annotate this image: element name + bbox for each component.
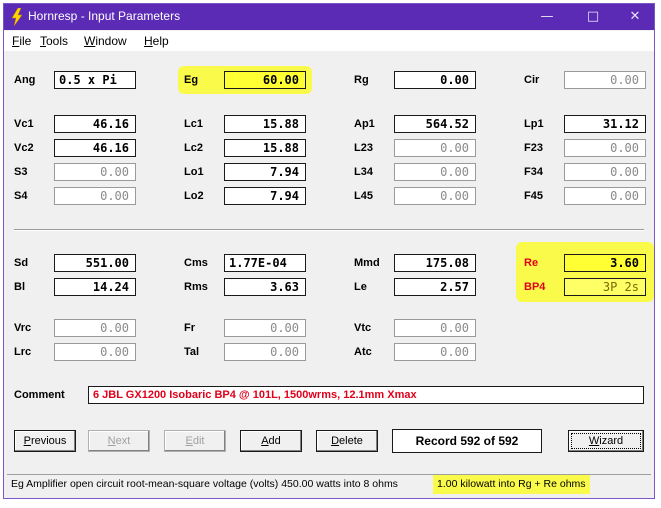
hornresp-window: Hornresp - Input Parameters — □ ✕ File T… [3, 3, 655, 499]
label-eg: Eg [184, 74, 199, 86]
label-vc1: Vc1 [14, 118, 34, 130]
field-l23[interactable]: 0.00 [394, 139, 476, 157]
field-vtc[interactable]: 0.00 [394, 319, 476, 337]
field-fr[interactable]: 0.00 [224, 319, 306, 337]
label-s4: S4 [14, 190, 28, 202]
field-mmd[interactable]: 175.08 [394, 254, 476, 272]
maximize-button[interactable]: □ [578, 7, 608, 27]
next-button[interactable]: Next [88, 430, 150, 452]
field-rg[interactable]: 0.00 [394, 71, 476, 89]
close-button[interactable]: ✕ [620, 7, 650, 27]
field-tal[interactable]: 0.00 [224, 343, 306, 361]
label-l45: L45 [354, 190, 373, 202]
field-lo1[interactable]: 7.94 [224, 163, 306, 181]
label-lrc: Lrc [14, 346, 32, 358]
previous-button[interactable]: Previous [14, 430, 76, 452]
field-bl[interactable]: 14.24 [54, 278, 136, 296]
field-bp4[interactable]: 3P 2s [564, 278, 646, 296]
field-lp1[interactable]: 31.12 [564, 115, 646, 133]
lightning-icon [11, 8, 23, 26]
field-lo2[interactable]: 7.94 [224, 187, 306, 205]
label-le: Le [354, 281, 367, 293]
field-lrc[interactable]: 0.00 [54, 343, 136, 361]
label-sd: Sd [14, 257, 29, 269]
menu-help[interactable]: Help [144, 34, 169, 48]
field-rms[interactable]: 3.63 [224, 278, 306, 296]
add-button[interactable]: Add [240, 430, 302, 452]
field-s3[interactable]: 0.00 [54, 163, 136, 181]
label-cir: Cir [524, 74, 540, 86]
field-f45[interactable]: 0.00 [564, 187, 646, 205]
label-bp4: BP4 [524, 281, 546, 293]
label-f34: F34 [524, 166, 543, 178]
field-lc2[interactable]: 15.88 [224, 139, 306, 157]
label-lo1: Lo1 [184, 166, 204, 178]
label-mmd: Mmd [354, 257, 380, 269]
label-ap1: Ap1 [354, 118, 375, 130]
field-cms[interactable]: 1.77E-04 [224, 254, 306, 272]
menu-file[interactable]: File [12, 34, 31, 48]
label-s3: S3 [14, 166, 28, 178]
record-indicator: Record 592 of 592 [392, 429, 542, 453]
label-vtc: Vtc [354, 322, 372, 334]
field-vc2[interactable]: 46.16 [54, 139, 136, 157]
label-fr: Fr [184, 322, 195, 334]
label-f23: F23 [524, 142, 543, 154]
field-s4[interactable]: 0.00 [54, 187, 136, 205]
field-vc1[interactable]: 46.16 [54, 115, 136, 133]
label-ang: Ang [14, 74, 36, 86]
minimize-button[interactable]: — [532, 7, 562, 27]
comment-field[interactable]: 6 JBL GX1200 Isobaric BP4 @ 101L, 1500wr… [88, 386, 644, 404]
field-sd[interactable]: 551.00 [54, 254, 136, 272]
label-f45: F45 [524, 190, 543, 202]
field-ap1[interactable]: 564.52 [394, 115, 476, 133]
edit-button[interactable]: Edit [164, 430, 226, 452]
field-re[interactable]: 3.60 [564, 254, 646, 272]
label-cms: Cms [184, 257, 208, 269]
label-lc1: Lc1 [184, 118, 203, 130]
label-atc: Atc [354, 346, 372, 358]
field-f34[interactable]: 0.00 [564, 163, 646, 181]
field-vrc[interactable]: 0.00 [54, 319, 136, 337]
label-l34: L34 [354, 166, 373, 178]
status-text: Eg Amplifier open circuit root-mean-squa… [11, 478, 398, 490]
label-tal: Tal [184, 346, 200, 358]
window-title: Hornresp - Input Parameters [28, 9, 181, 23]
section-divider [14, 229, 644, 231]
field-eg[interactable]: 60.00 [224, 71, 306, 89]
label-re: Re [524, 257, 539, 269]
wizard-button[interactable]: Wizard [568, 430, 644, 452]
label-vrc: Vrc [14, 322, 32, 334]
label-rms: Rms [184, 281, 208, 293]
delete-button[interactable]: Delete [316, 430, 378, 452]
field-l45[interactable]: 0.00 [394, 187, 476, 205]
field-f23[interactable]: 0.00 [564, 139, 646, 157]
label-comment: Comment [14, 389, 65, 401]
title-bar[interactable]: Hornresp - Input Parameters — □ ✕ [4, 4, 654, 30]
label-bl: Bl [14, 281, 25, 293]
menu-window[interactable]: Window [84, 34, 127, 48]
label-vc2: Vc2 [14, 142, 34, 154]
label-rg: Rg [354, 74, 369, 86]
label-lo2: Lo2 [184, 190, 204, 202]
menu-bar: File Tools Window Help [4, 31, 654, 51]
label-l23: L23 [354, 142, 373, 154]
status-highlight: 1.00 kilowatt into Rg + Re ohms [433, 475, 590, 494]
field-ang[interactable]: 0.5 x Pi [54, 71, 136, 89]
field-lc1[interactable]: 15.88 [224, 115, 306, 133]
status-bar: Eg Amplifier open circuit root-mean-squa… [7, 474, 651, 495]
label-lc2: Lc2 [184, 142, 203, 154]
field-le[interactable]: 2.57 [394, 278, 476, 296]
label-lp1: Lp1 [524, 118, 544, 130]
field-l34[interactable]: 0.00 [394, 163, 476, 181]
field-atc[interactable]: 0.00 [394, 343, 476, 361]
field-cir[interactable]: 0.00 [564, 71, 646, 89]
menu-tools[interactable]: Tools [40, 34, 68, 48]
